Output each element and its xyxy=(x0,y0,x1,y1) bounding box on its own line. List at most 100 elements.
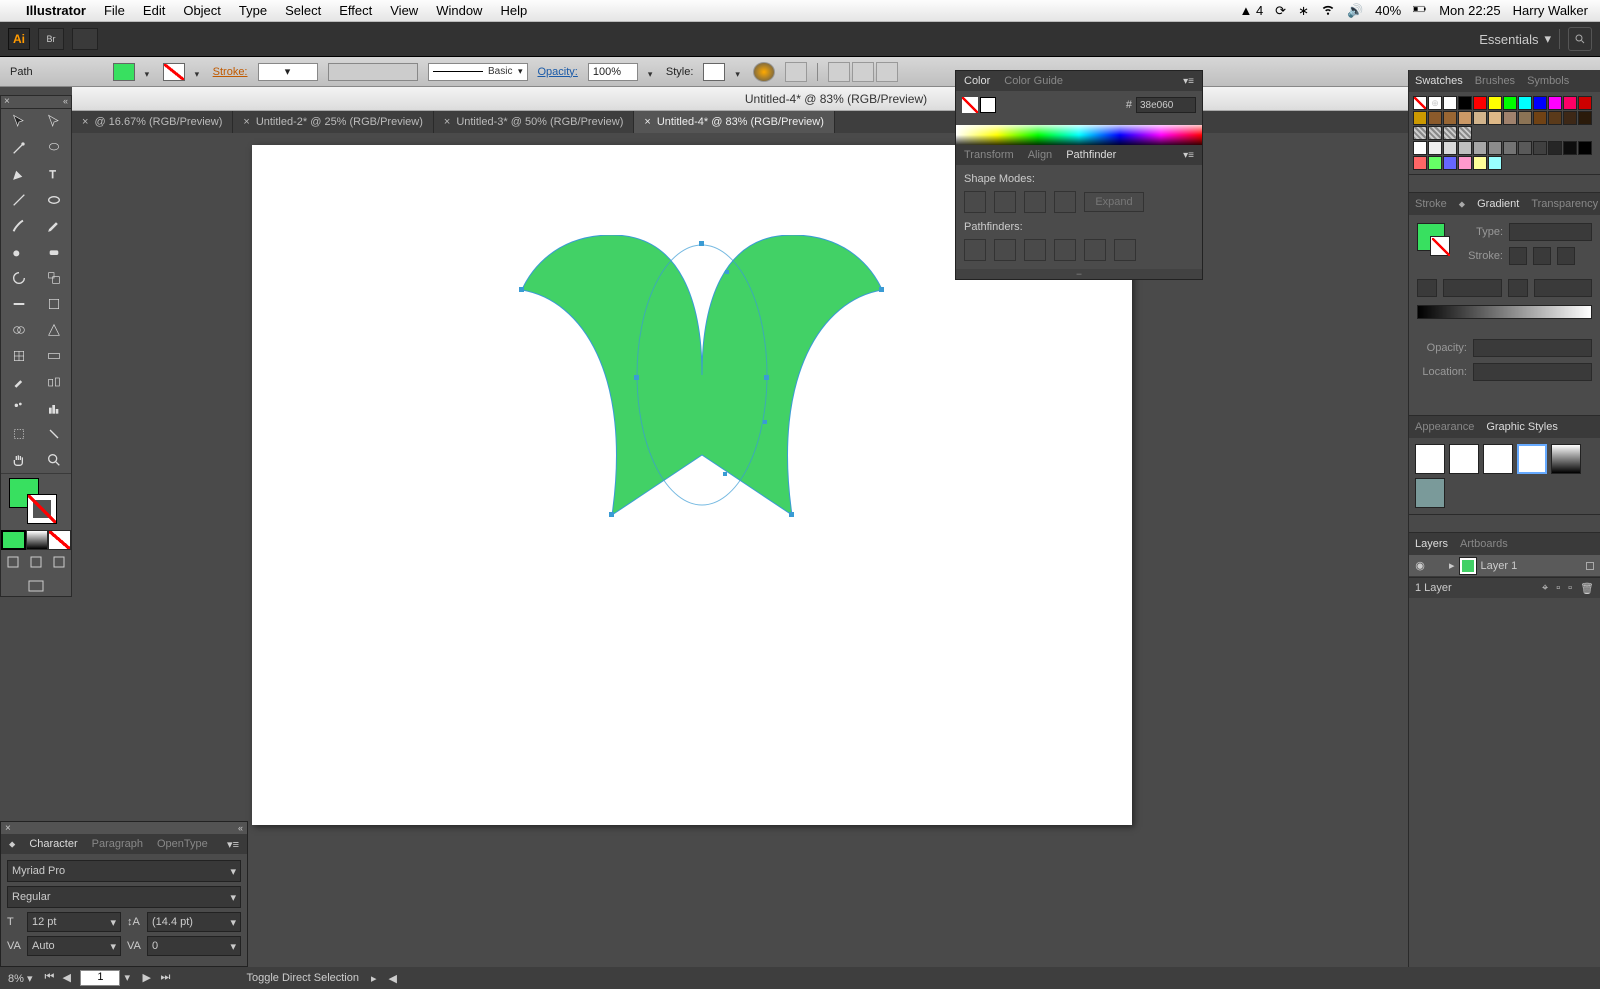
pencil-tool[interactable] xyxy=(36,213,71,239)
unite-icon[interactable] xyxy=(964,191,986,213)
fill-stroke-control[interactable] xyxy=(1,474,71,530)
fill-swatch[interactable] xyxy=(113,63,135,81)
swatch-18[interactable] xyxy=(1503,111,1517,125)
swatch-0[interactable] xyxy=(1413,96,1427,110)
clock-text[interactable]: Mon 22:25 xyxy=(1439,3,1500,18)
grad-stroke-opt1[interactable] xyxy=(1509,247,1527,265)
opentype-tab[interactable]: OpenType xyxy=(157,838,208,850)
timemachine-icon[interactable]: ⟳ xyxy=(1275,3,1286,19)
swatch-52[interactable] xyxy=(1473,156,1487,170)
layer-visibility-icon[interactable]: ◉ xyxy=(1409,559,1431,572)
swatch-16[interactable] xyxy=(1473,111,1487,125)
swatch-50[interactable] xyxy=(1443,156,1457,170)
artboard-tool[interactable] xyxy=(1,421,36,447)
swatch-24[interactable] xyxy=(1413,126,1427,140)
spectrum-ramp[interactable] xyxy=(956,125,1202,145)
appearance-tab[interactable]: Appearance xyxy=(1415,421,1474,433)
color-tab[interactable]: Color xyxy=(964,75,990,87)
eyedropper-tool[interactable] xyxy=(1,369,36,395)
crop-icon[interactable] xyxy=(1054,239,1076,261)
draw-behind-icon[interactable] xyxy=(24,552,47,572)
style-thumb-2[interactable] xyxy=(1449,444,1479,474)
swatch-13[interactable] xyxy=(1428,111,1442,125)
menu-view[interactable]: View xyxy=(390,3,418,18)
lasso-tool[interactable] xyxy=(36,135,71,161)
align-tab[interactable]: Align xyxy=(1028,149,1052,161)
gradient-tool[interactable] xyxy=(36,343,71,369)
minus-back-icon[interactable] xyxy=(1114,239,1136,261)
wifi-icon[interactable] xyxy=(1321,2,1335,19)
swatch-49[interactable] xyxy=(1428,156,1442,170)
layer-target-icon[interactable] xyxy=(1586,562,1594,570)
free-transform-tool[interactable] xyxy=(36,291,71,317)
layers-tab[interactable]: Layers xyxy=(1415,538,1448,550)
swatch-1[interactable]: ⊕ xyxy=(1428,96,1442,110)
stroke-tab[interactable]: Stroke xyxy=(1415,198,1447,210)
locate-layer-icon[interactable]: ⌖ xyxy=(1542,582,1548,595)
swatch-39[interactable] xyxy=(1458,141,1472,155)
eraser-tool[interactable] xyxy=(36,239,71,265)
char-close-icon[interactable]: × xyxy=(5,823,11,834)
menu-edit[interactable]: Edit xyxy=(143,3,165,18)
swatch-15[interactable] xyxy=(1458,111,1472,125)
screen-mode-icon[interactable] xyxy=(1,576,71,596)
page-field[interactable]: 1 xyxy=(80,970,120,986)
font-size-field[interactable]: 12 pt▾ xyxy=(27,912,121,932)
direct-selection-tool[interactable] xyxy=(36,109,71,135)
menu-app[interactable]: Illustrator xyxy=(26,3,86,18)
width-tool[interactable] xyxy=(1,291,36,317)
menu-window[interactable]: Window xyxy=(436,3,482,18)
align-right-icon[interactable] xyxy=(876,62,898,82)
brush-def-field[interactable]: Basic▾ xyxy=(428,63,528,81)
character-tab[interactable]: Character xyxy=(29,838,77,850)
column-graph-tool[interactable] xyxy=(36,395,71,421)
swatch-2[interactable] xyxy=(1443,96,1457,110)
zoom-field[interactable]: 8% ▾ xyxy=(8,972,32,985)
swatch-6[interactable] xyxy=(1503,96,1517,110)
swatch-44[interactable] xyxy=(1533,141,1547,155)
swatches-tab[interactable]: Swatches xyxy=(1415,75,1463,87)
kerning-field[interactable]: Auto▾ xyxy=(27,936,121,956)
doc-tab-2[interactable]: ×Untitled-2* @ 25% (RGB/Preview) xyxy=(233,111,434,133)
swatch-23[interactable] xyxy=(1578,111,1592,125)
exclude-icon[interactable] xyxy=(1054,191,1076,213)
grad-stroke-opt3[interactable] xyxy=(1557,247,1575,265)
swatch-20[interactable] xyxy=(1533,111,1547,125)
canvas[interactable] xyxy=(72,133,1600,967)
bridge-icon[interactable]: Br xyxy=(38,28,64,50)
doc-tab-3[interactable]: ×Untitled-3* @ 50% (RGB/Preview) xyxy=(434,111,635,133)
outline-icon[interactable] xyxy=(1084,239,1106,261)
leading-field[interactable]: (14.4 pt)▾ xyxy=(147,912,241,932)
rectangle-tool[interactable] xyxy=(36,187,71,213)
scale-tool[interactable] xyxy=(36,265,71,291)
type-tool[interactable]: T xyxy=(36,161,71,187)
layer-row[interactable]: ◉ ▸ Layer 1 xyxy=(1409,555,1600,577)
tracking-field[interactable]: 0▾ xyxy=(147,936,241,956)
swatch-25[interactable] xyxy=(1428,126,1442,140)
brushes-tab[interactable]: Brushes xyxy=(1475,75,1515,87)
layer-name[interactable]: Layer 1 xyxy=(1481,560,1518,572)
swatch-43[interactable] xyxy=(1518,141,1532,155)
new-sublayer-icon[interactable]: ▫ xyxy=(1556,582,1560,595)
merge-icon[interactable] xyxy=(1024,239,1046,261)
opacity-dd[interactable] xyxy=(648,68,656,76)
menu-effect[interactable]: Effect xyxy=(339,3,372,18)
first-page-icon[interactable]: ⏮ xyxy=(44,971,58,985)
swatch-41[interactable] xyxy=(1488,141,1502,155)
blend-tool[interactable] xyxy=(36,369,71,395)
swatch-17[interactable] xyxy=(1488,111,1502,125)
draw-inside-icon[interactable] xyxy=(48,552,71,572)
swatch-5[interactable] xyxy=(1488,96,1502,110)
volume-icon[interactable]: 🔊 xyxy=(1347,3,1363,19)
swatch-14[interactable] xyxy=(1443,111,1457,125)
prev-page-icon[interactable]: ◀ xyxy=(62,971,76,985)
perspective-grid-tool[interactable] xyxy=(36,317,71,343)
panel-grip[interactable] xyxy=(956,269,1202,279)
align-hcenter-icon[interactable] xyxy=(852,62,874,82)
font-family-field[interactable]: Myriad Pro▾ xyxy=(7,860,241,882)
pf-menu-icon[interactable]: ▾≡ xyxy=(1183,150,1194,161)
color-mode-none[interactable] xyxy=(48,530,71,550)
paintbrush-tool[interactable] xyxy=(1,213,36,239)
status-nav-icon[interactable]: ▸ xyxy=(371,972,377,985)
last-page-icon[interactable]: ⏭ xyxy=(160,971,174,985)
